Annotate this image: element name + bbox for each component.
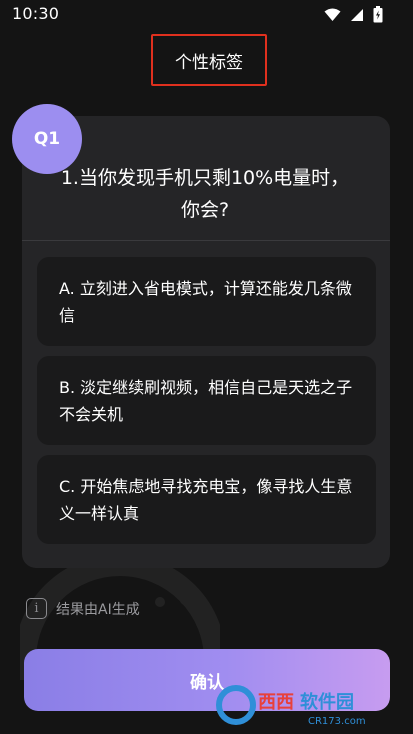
- status-time: 10:30: [12, 4, 60, 23]
- ai-disclaimer: i 结果由AI生成: [26, 598, 140, 619]
- watermark-url: CR173.com: [308, 716, 366, 727]
- status-bar: 10:30: [0, 0, 413, 30]
- option-b[interactable]: B. 淡定继续刷视频，相信自己是天选之子不会关机: [37, 356, 376, 445]
- wifi-icon: [324, 7, 341, 26]
- question-text: 1.当你发现手机只剩10%电量时，你会?: [60, 167, 350, 221]
- page-title: 个性标签: [175, 52, 243, 73]
- svg-text:软件园: 软件园: [300, 691, 354, 713]
- personality-tag-screen: 10:30 个性标签 Q1 1.当你发现手机只剩10%电量时，你会? A. 立刻…: [0, 0, 413, 734]
- page-title-box: 个性标签: [151, 34, 267, 86]
- card-divider: [22, 240, 390, 241]
- option-c[interactable]: C. 开始焦虑地寻找充电宝，像寻找人生意义一样认真: [37, 455, 376, 544]
- disclaimer-text: 结果由AI生成: [56, 601, 140, 618]
- svg-text:西西: 西西: [258, 692, 294, 713]
- option-a[interactable]: A. 立刻进入省电模式，计算还能发几条微信: [37, 257, 376, 346]
- status-icons: [324, 6, 383, 27]
- option-c-label: C. 开始焦虑地寻找充电宝，像寻找人生意义一样认真: [59, 476, 353, 523]
- signal-icon: [350, 7, 364, 26]
- info-icon: i: [26, 598, 47, 619]
- site-watermark-logo: 西西 软件园 CR173.com: [216, 685, 366, 727]
- option-b-label: B. 淡定继续刷视频，相信自己是天选之子不会关机: [59, 377, 353, 424]
- option-a-label: A. 立刻进入省电模式，计算还能发几条微信: [59, 278, 352, 325]
- battery-icon: [373, 6, 383, 27]
